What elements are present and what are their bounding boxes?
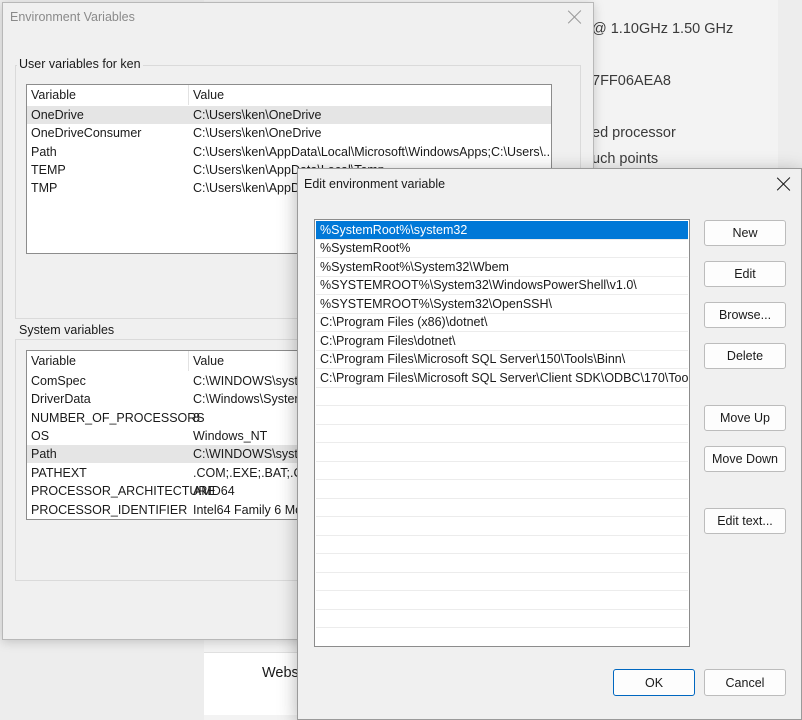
variable-name: Path — [31, 447, 57, 461]
variable-name: PROCESSOR_IDENTIFIER — [31, 503, 188, 517]
empty-path-slot[interactable] — [316, 628, 688, 646]
path-entry[interactable]: C:\Program Files (x86)\dotnet\ — [316, 313, 688, 332]
variable-name: TEMP — [31, 163, 66, 177]
variable-value: 8 — [193, 411, 200, 425]
empty-path-slot[interactable] — [316, 424, 688, 443]
ok-button[interactable]: OK — [613, 669, 695, 696]
variable-name: NUMBER_OF_PROCESSORS — [31, 411, 205, 425]
path-entry[interactable]: %SYSTEMROOT%\System32\OpenSSH\ — [316, 295, 688, 314]
path-entry[interactable]: C:\Program Files\Microsoft SQL Server\15… — [316, 350, 688, 369]
empty-path-slot[interactable] — [316, 572, 688, 591]
delete-button[interactable]: Delete — [704, 343, 786, 369]
path-entry[interactable]: %SystemRoot% — [316, 239, 688, 258]
move-down-button[interactable]: Move Down — [704, 446, 786, 472]
close-icon[interactable] — [774, 174, 794, 194]
variable-name: ComSpec — [31, 374, 86, 388]
processor-speed-text: @ 1.10GHz 1.50 GHz — [592, 21, 734, 37]
variable-name: OneDrive — [31, 108, 84, 122]
path-entry[interactable]: %SYSTEMROOT%\System32\WindowsPowerShell\… — [316, 276, 688, 295]
variable-value: C:\Users\ken\AppData\Local\Microsoft\Win… — [193, 145, 552, 159]
variable-name: TMP — [31, 181, 58, 195]
cancel-button[interactable]: Cancel — [704, 669, 786, 696]
user-variable-row[interactable]: OneDrive C:\Users\ken\OneDrive — [27, 106, 551, 124]
path-entry[interactable]: C:\Program Files\dotnet\ — [316, 332, 688, 351]
variable-value: C:\Users\ken\OneDrive — [193, 108, 322, 122]
system-type-text: ed processor — [592, 125, 676, 141]
variable-name: OneDriveConsumer — [31, 126, 142, 140]
empty-path-slot[interactable] — [316, 443, 688, 462]
column-divider[interactable] — [188, 351, 189, 371]
column-divider[interactable] — [188, 85, 189, 105]
dialog-title: Environment Variables — [10, 10, 135, 24]
path-entry[interactable]: C:\Program Files\Microsoft SQL Server\Cl… — [316, 369, 689, 388]
column-variable[interactable]: Variable — [31, 88, 76, 102]
column-variable[interactable]: Variable — [31, 354, 76, 368]
empty-path-slot[interactable] — [316, 406, 688, 425]
new-button[interactable]: New — [704, 220, 786, 246]
edit-text-button[interactable]: Edit text... — [704, 508, 786, 534]
empty-path-slot[interactable] — [316, 461, 688, 480]
edit-environment-variable-dialog: Edit environment variable %SystemRoot%\s… — [297, 168, 802, 720]
move-up-button[interactable]: Move Up — [704, 405, 786, 431]
empty-path-slot[interactable] — [316, 480, 688, 499]
variable-name: DriverData — [31, 392, 91, 406]
column-value[interactable]: Value — [193, 88, 224, 102]
path-entry[interactable]: %SystemRoot%\system32 — [316, 221, 688, 240]
device-id-text: 7FF06AEA8 — [592, 73, 671, 89]
user-variable-row[interactable]: OneDriveConsumer C:\Users\ken\OneDrive — [27, 124, 551, 142]
variable-value: AMD64 — [193, 484, 235, 498]
empty-path-slot[interactable] — [316, 498, 688, 517]
browse-button[interactable]: Browse... — [704, 302, 786, 328]
empty-path-slot[interactable] — [316, 591, 688, 610]
variable-name: PROCESSOR_ARCHITECTURE — [31, 484, 216, 498]
empty-path-slot[interactable] — [316, 554, 688, 573]
pen-touch-text: uch points — [592, 151, 659, 167]
system-variables-label: System variables — [17, 323, 117, 337]
path-entry[interactable]: %SystemRoot%\System32\Wbem — [316, 258, 688, 277]
user-variable-row[interactable]: Path C:\Users\ken\AppData\Local\Microsof… — [27, 143, 551, 161]
variable-name: Path — [31, 145, 57, 159]
website-link-label: Webs — [262, 665, 299, 681]
empty-path-slot[interactable] — [316, 387, 688, 406]
path-entries-list[interactable]: %SystemRoot%\system32 %SystemRoot% %Syst… — [314, 219, 690, 647]
edit-button[interactable]: Edit — [704, 261, 786, 287]
variable-value: C:\Users\ken\OneDrive — [193, 126, 322, 140]
user-variables-label: User variables for ken — [17, 57, 143, 71]
empty-path-slot[interactable] — [316, 535, 688, 554]
empty-path-slot[interactable] — [316, 609, 688, 628]
column-value[interactable]: Value — [193, 354, 224, 368]
edit-dialog-title: Edit environment variable — [304, 177, 446, 191]
variable-value: Windows_NT — [193, 429, 268, 443]
variable-name: PATHEXT — [31, 466, 87, 480]
user-column-header: Variable Value — [27, 85, 551, 105]
empty-path-slot[interactable] — [316, 517, 688, 536]
variable-name: OS — [31, 429, 50, 443]
close-icon[interactable] — [565, 7, 585, 27]
